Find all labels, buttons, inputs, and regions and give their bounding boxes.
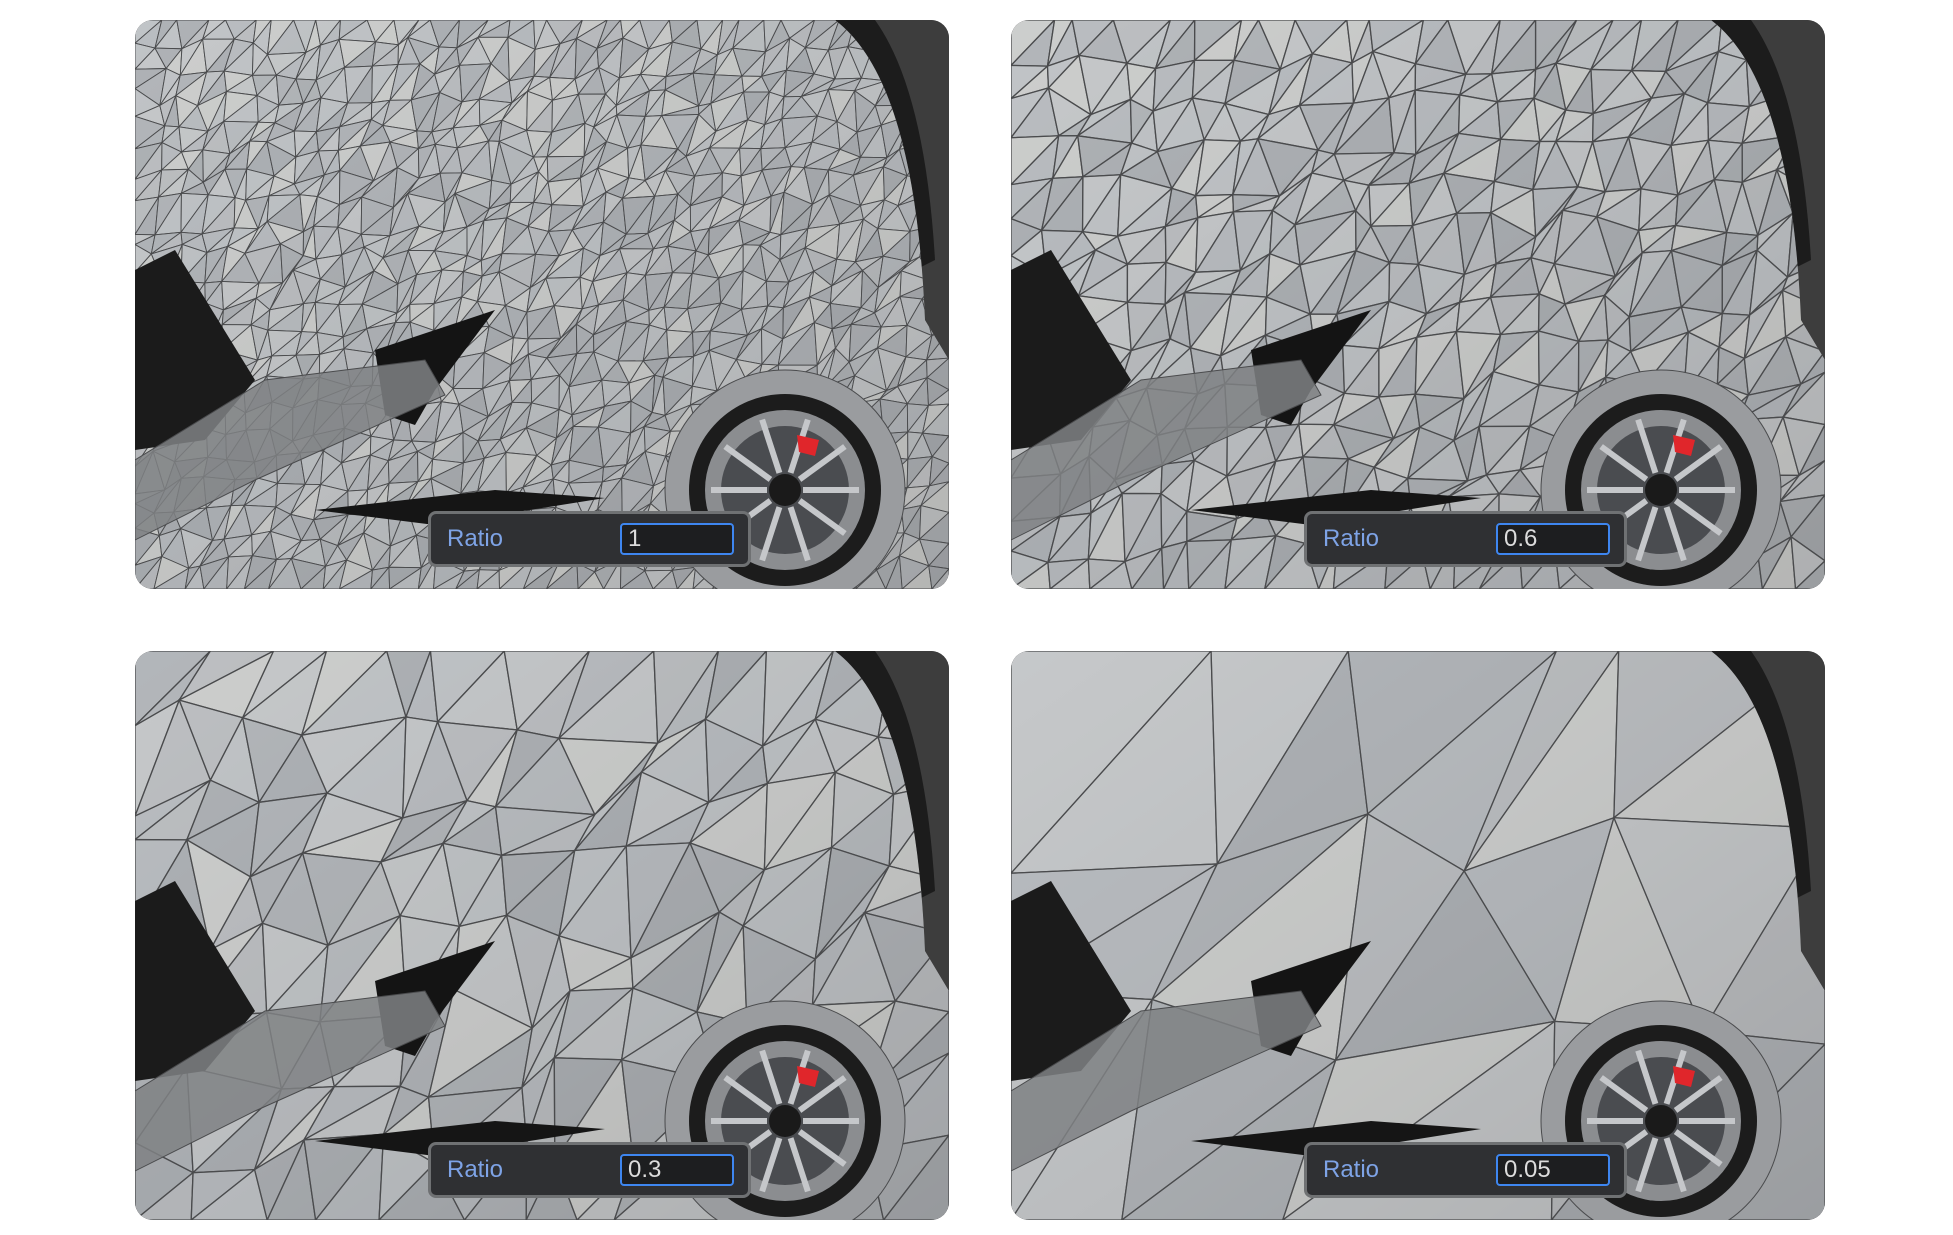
car-mesh-render (135, 651, 949, 1220)
viewport-ratio-06[interactable]: Ratio (1011, 20, 1825, 589)
ratio-control: Ratio (1304, 511, 1627, 567)
ratio-input[interactable] (1496, 1154, 1610, 1186)
car-mesh-render (1011, 651, 1825, 1220)
viewport-ratio-005[interactable]: Ratio (1011, 651, 1825, 1220)
ratio-control: Ratio (1304, 1142, 1627, 1198)
viewport-ratio-1[interactable]: Ratio (135, 20, 949, 589)
car-mesh-render (135, 20, 949, 589)
ratio-input[interactable] (620, 523, 734, 555)
ratio-label: Ratio (1323, 525, 1380, 552)
ratio-label: Ratio (447, 1156, 504, 1183)
ratio-control: Ratio (428, 511, 751, 567)
ratio-label: Ratio (1323, 1156, 1380, 1183)
car-mesh-render (1011, 20, 1825, 589)
viewport-ratio-03[interactable]: Ratio (135, 651, 949, 1220)
ratio-label: Ratio (447, 525, 504, 552)
ratio-input[interactable] (620, 1154, 734, 1186)
ratio-control: Ratio (428, 1142, 751, 1198)
ratio-input[interactable] (1496, 523, 1610, 555)
